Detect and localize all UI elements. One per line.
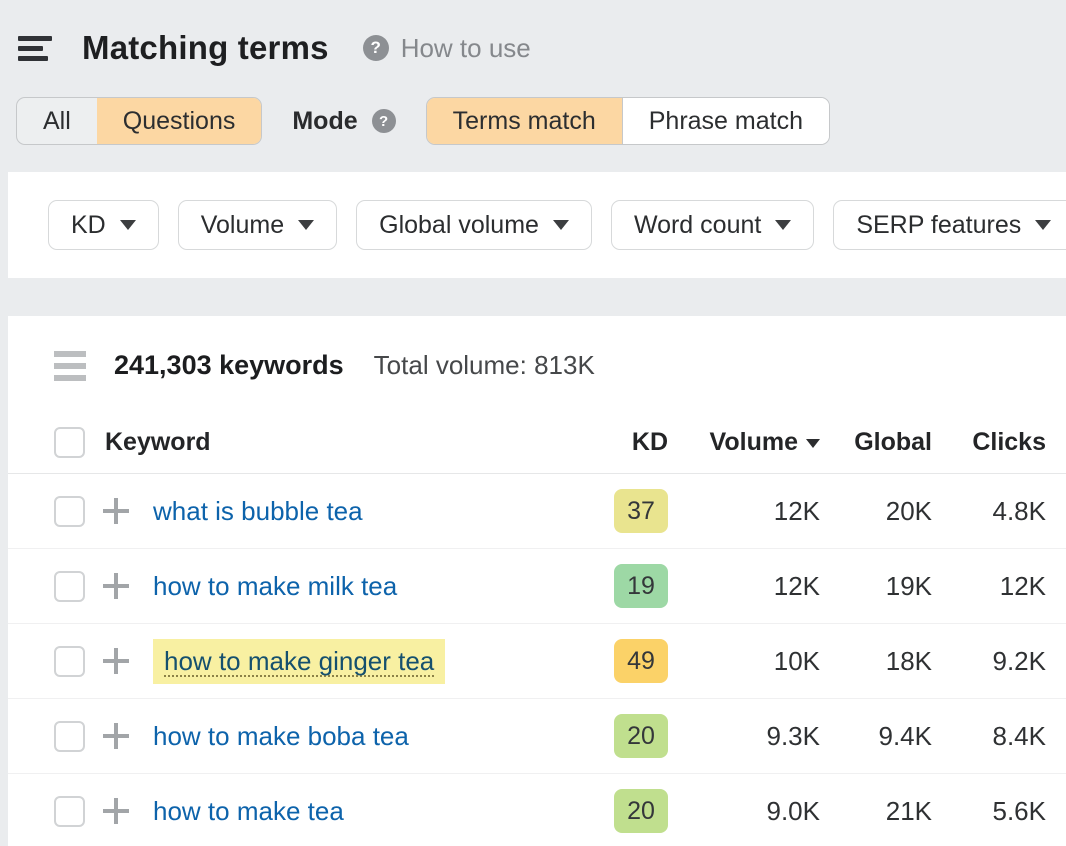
table-row: what is bubble tea 37 12K 20K 4.8K	[8, 474, 1066, 549]
volume-value: 12K	[774, 496, 820, 527]
add-to-list-icon[interactable]	[103, 723, 129, 749]
global-value: 9.4K	[820, 721, 932, 752]
global-value: 18K	[820, 646, 932, 677]
page-title: Matching terms	[82, 29, 329, 67]
keyword-link[interactable]: how to make boba tea	[153, 721, 409, 752]
report-menu-icon[interactable]	[18, 36, 54, 61]
clicks-value: 5.6K	[932, 796, 1046, 827]
row-checkbox[interactable]	[54, 496, 85, 527]
volume-value: 12K	[774, 571, 820, 602]
column-header-keyword[interactable]: Keyword	[105, 428, 211, 457]
total-volume: Total volume: 813K	[374, 350, 595, 381]
tab-questions[interactable]: Questions	[97, 98, 262, 144]
chevron-down-icon	[298, 220, 314, 230]
chevron-down-icon	[120, 220, 136, 230]
clicks-value: 12K	[932, 571, 1046, 602]
keyword-count: 241,303 keywords	[114, 350, 344, 381]
chevron-down-icon	[1035, 220, 1051, 230]
table-row: how to make ginger tea 49 10K 18K 9.2K	[8, 624, 1066, 699]
how-to-use-label[interactable]: How to use	[401, 33, 531, 64]
filter-global-volume[interactable]: Global volume	[356, 200, 592, 250]
match-mode-segmented-control: Terms match Phrase match	[426, 97, 830, 145]
row-checkbox[interactable]	[54, 721, 85, 752]
table-row: how to make tea 20 9.0K 21K 5.6K	[8, 774, 1066, 846]
add-to-list-icon[interactable]	[103, 573, 129, 599]
filter-word-count[interactable]: Word count	[611, 200, 814, 250]
tab-phrase-match[interactable]: Phrase match	[622, 98, 829, 144]
filter-serp-features[interactable]: SERP features	[833, 200, 1066, 250]
how-to-use[interactable]: ? How to use	[363, 33, 531, 64]
help-icon[interactable]: ?	[363, 35, 389, 61]
volume-value: 9.0K	[767, 796, 821, 827]
sort-desc-icon	[806, 439, 820, 448]
add-to-list-icon[interactable]	[103, 498, 129, 524]
keyword-link-highlighted[interactable]: how to make ginger tea	[153, 639, 445, 684]
keyword-link[interactable]: how to make milk tea	[153, 571, 397, 602]
add-to-list-icon[interactable]	[103, 798, 129, 824]
tabs-row: All Questions Mode ? Terms match Phrase …	[0, 96, 1066, 146]
keyword-link[interactable]: how to make tea	[153, 796, 344, 827]
mode-help-icon[interactable]: ?	[372, 109, 396, 133]
chevron-down-icon	[775, 220, 791, 230]
global-value: 19K	[820, 571, 932, 602]
kd-badge: 19	[614, 564, 668, 608]
column-header-global[interactable]: Global	[820, 428, 932, 457]
tab-terms-match[interactable]: Terms match	[427, 98, 622, 144]
column-header-volume[interactable]: Volume	[668, 428, 820, 457]
column-header-kd[interactable]: KD	[584, 428, 668, 457]
volume-value: 10K	[774, 646, 820, 677]
global-value: 20K	[820, 496, 932, 527]
row-checkbox[interactable]	[54, 571, 85, 602]
table-row: how to make milk tea 19 12K 19K 12K	[8, 549, 1066, 624]
clicks-value: 9.2K	[932, 646, 1046, 677]
table-header: Keyword KD Volume Global Clicks	[8, 411, 1066, 474]
clicks-value: 4.8K	[932, 496, 1046, 527]
kd-badge: 49	[614, 639, 668, 683]
app-header: Matching terms ? How to use	[0, 0, 1066, 96]
kd-badge: 20	[614, 789, 668, 833]
mode-group: Mode ?	[292, 107, 395, 136]
kd-badge: 20	[614, 714, 668, 758]
add-to-list-icon[interactable]	[103, 648, 129, 674]
filter-kd[interactable]: KD	[48, 200, 159, 250]
results-card: 241,303 keywords Total volume: 813K Keyw…	[8, 316, 1066, 846]
chevron-down-icon	[553, 220, 569, 230]
volume-value: 9.3K	[767, 721, 821, 752]
row-checkbox[interactable]	[54, 646, 85, 677]
question-filter-segmented-control: All Questions	[16, 97, 262, 145]
keyword-link[interactable]: what is bubble tea	[153, 496, 363, 527]
kd-badge: 37	[614, 489, 668, 533]
clicks-value: 8.4K	[932, 721, 1046, 752]
results-toolbar: 241,303 keywords Total volume: 813K	[8, 316, 1066, 411]
matching-terms-report: Matching terms ? How to use All Question…	[0, 0, 1066, 846]
table-row: how to make boba tea 20 9.3K 9.4K 8.4K	[8, 699, 1066, 774]
row-checkbox[interactable]	[54, 796, 85, 827]
list-menu-icon[interactable]	[54, 351, 86, 381]
select-all-checkbox[interactable]	[54, 427, 85, 458]
filter-volume[interactable]: Volume	[178, 200, 337, 250]
global-value: 21K	[820, 796, 932, 827]
column-header-clicks[interactable]: Clicks	[932, 428, 1046, 457]
tab-all[interactable]: All	[17, 98, 97, 144]
filter-bar: KD Volume Global volume Word count SERP …	[8, 172, 1066, 278]
mode-label: Mode	[292, 107, 357, 136]
